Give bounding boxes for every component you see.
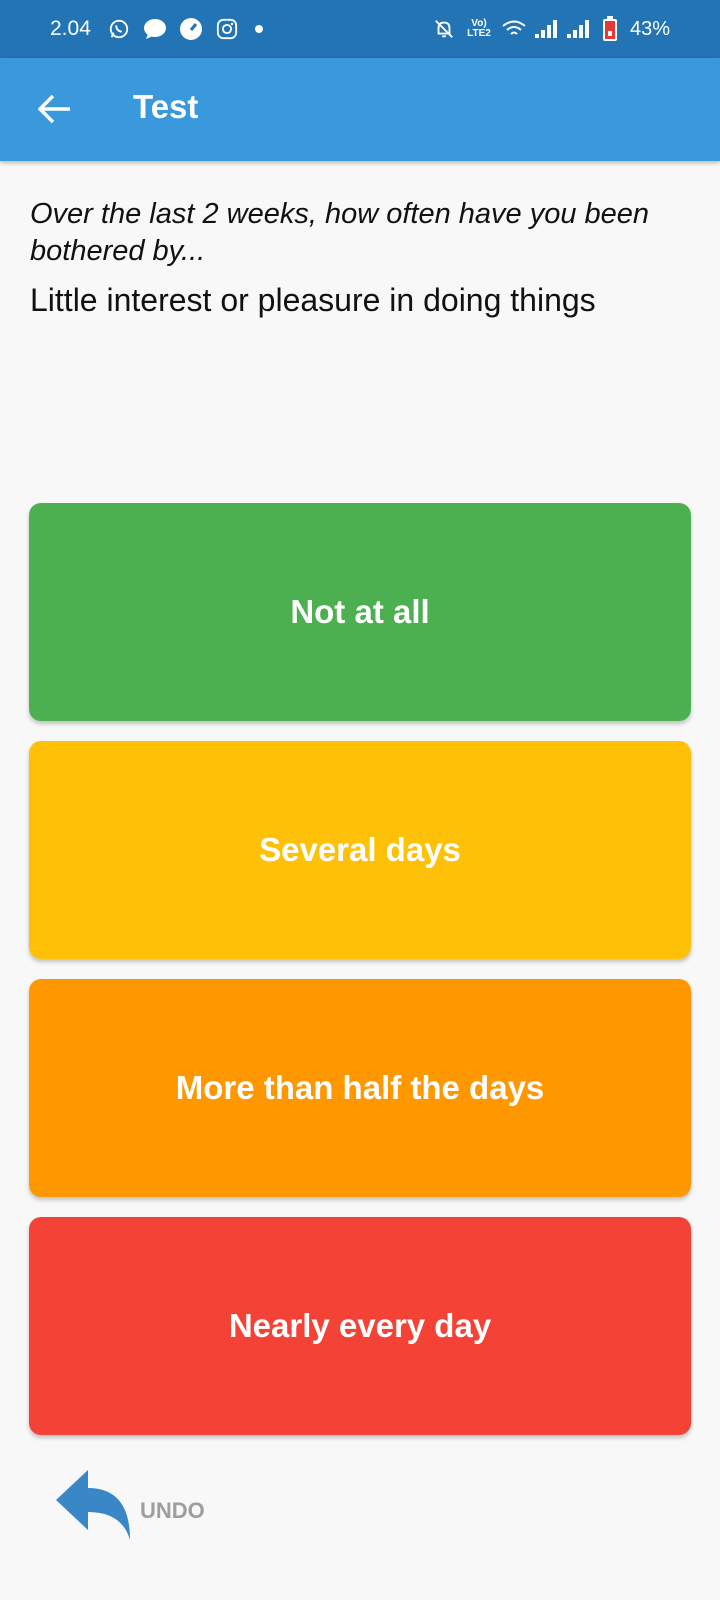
page-title: Test (133, 88, 199, 125)
battery-level: 43% (629, 17, 670, 40)
status-right: Vo) LTE2 43% (432, 16, 670, 41)
signal-icon (534, 17, 558, 41)
back-button[interactable] (30, 84, 80, 134)
status-time: 2.04 (50, 17, 91, 40)
status-left: 2.04 (50, 17, 263, 41)
status-bar: 2.04 Vo) LTE2 43% (0, 0, 720, 58)
battery-icon (598, 16, 622, 41)
volte-icon: Vo) LTE2 (467, 18, 491, 39)
wifi-icon (502, 17, 526, 41)
app-bar: Test (0, 58, 720, 161)
answer-nearly-every-day-button[interactable]: Nearly every day (29, 1217, 691, 1435)
dot-icon (254, 25, 263, 33)
undo-label: UNDO (140, 1498, 205, 1523)
back-arrow-icon (38, 94, 70, 124)
answer-not-at-all-button[interactable]: Not at all (29, 503, 691, 721)
message-icon (143, 17, 167, 41)
answer-more-than-half-button[interactable]: More than half the days (29, 979, 691, 1197)
speedometer-icon (179, 17, 203, 41)
question-text: Little interest or pleasure in doing thi… (30, 282, 596, 318)
undo-button[interactable]: UNDO (52, 1468, 205, 1548)
instagram-icon (215, 17, 239, 41)
signal-icon (566, 17, 590, 41)
answer-several-days-button[interactable]: Several days (29, 741, 691, 959)
whatsapp-icon (107, 17, 131, 41)
mute-bell-icon (432, 17, 456, 41)
question-prompt: Over the last 2 weeks, how often have yo… (30, 198, 650, 267)
undo-arrow-icon (56, 1470, 130, 1540)
